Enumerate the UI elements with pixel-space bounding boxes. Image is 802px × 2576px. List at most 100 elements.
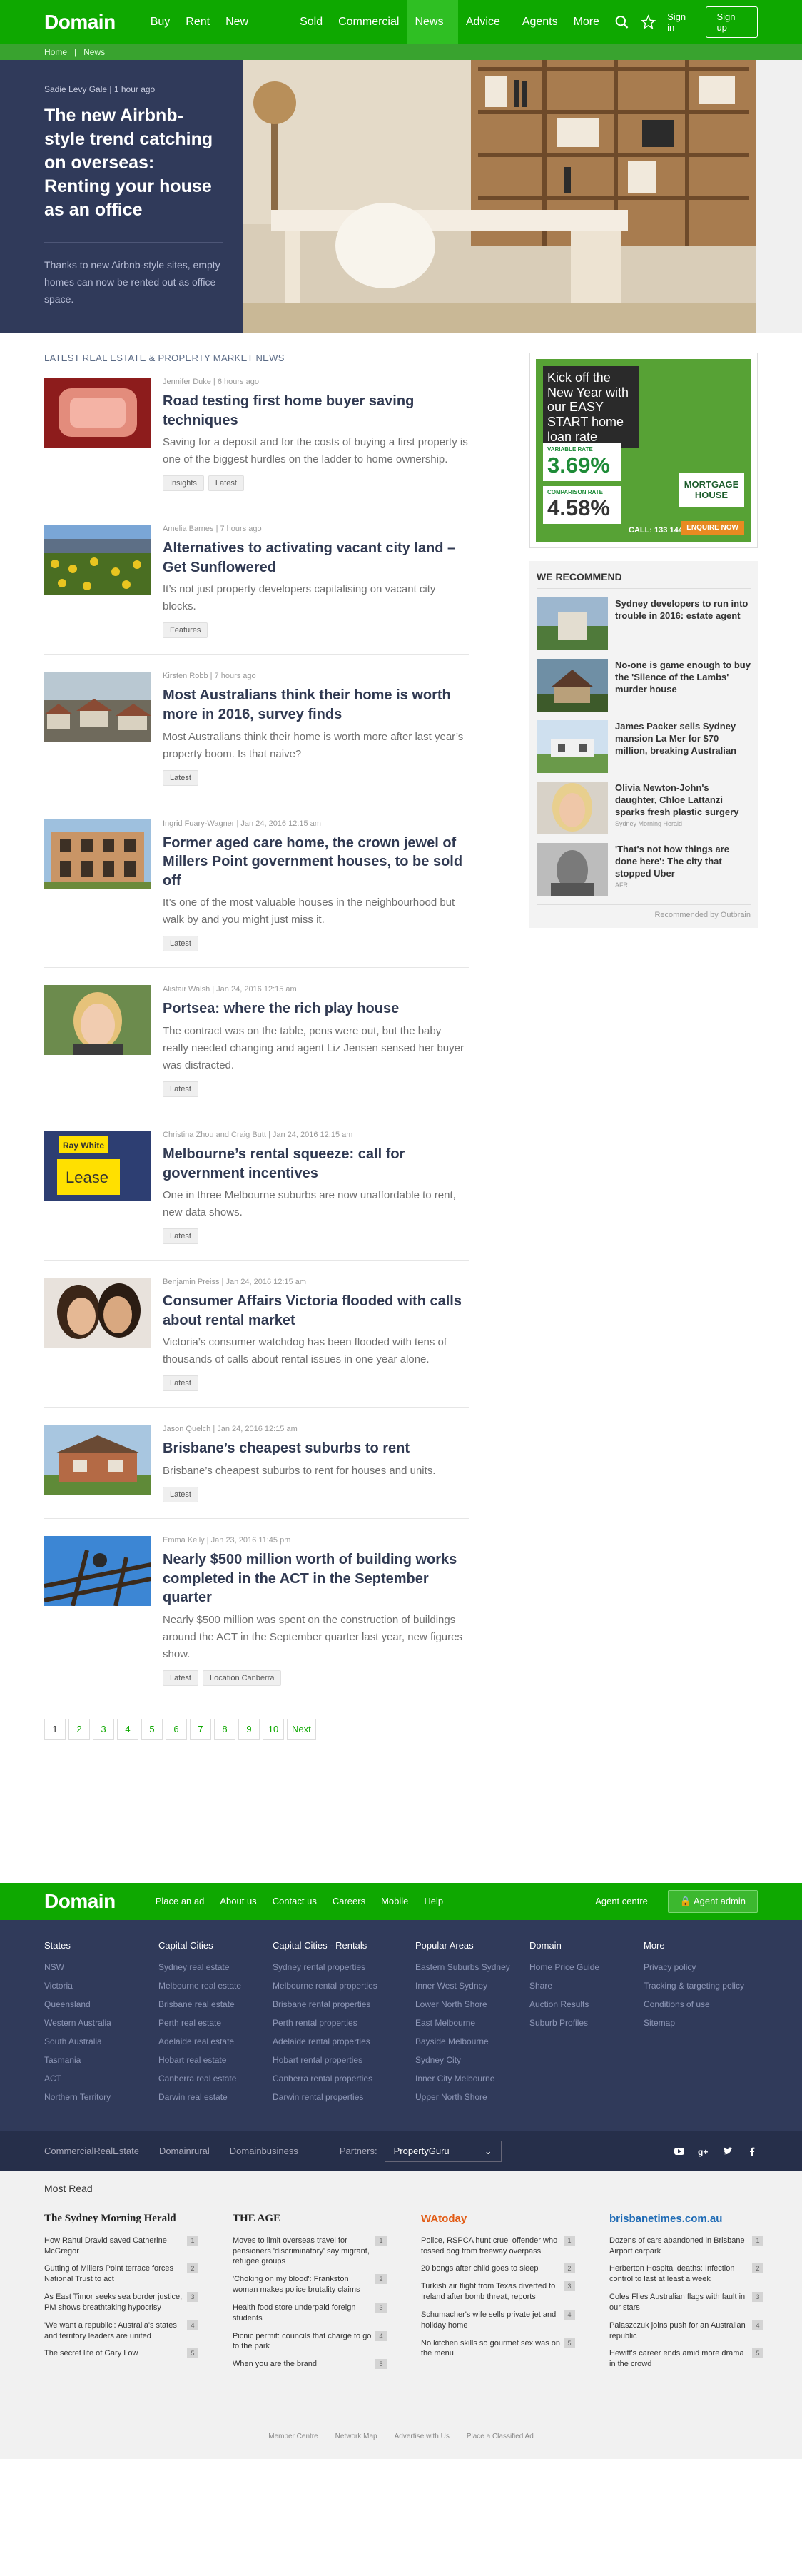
brand-domainbusiness[interactable]: Domainbusiness [230,2146,298,2156]
the-age-logo[interactable]: THE AGE [233,2213,387,2226]
agent-centre-link[interactable]: Agent centre [595,1896,648,1906]
outbrain-credit[interactable]: Recommended by Outbrain [537,904,751,919]
tag-latest[interactable]: Latest [163,936,198,952]
most-read-item[interactable]: Picnic permit: councils that charge to g… [233,2330,387,2353]
article-headline[interactable]: Alternatives to activating vacant city l… [163,539,469,577]
facebook-icon[interactable] [746,2146,758,2157]
most-read-item[interactable]: Dozens of cars abandoned in Brisbane Air… [609,2235,763,2257]
most-read-item[interactable]: Herberton Hospital deaths: Infection con… [609,2263,763,2285]
article-thumbnail-two-women[interactable] [44,1278,151,1348]
page-3[interactable]: 3 [93,1718,114,1740]
article-headline[interactable]: Melbourne’s rental squeeze: call for gov… [163,1145,469,1183]
article-thumbnail-sunflowers[interactable] [44,525,151,595]
footer-about-us[interactable]: About us [220,1896,256,1906]
footer-domain-logo[interactable]: Domain [44,1890,116,1913]
tag-latest[interactable]: Latest [208,475,244,492]
page-9[interactable]: 9 [238,1718,260,1740]
youtube-icon[interactable] [674,2146,685,2157]
footer-place-an-ad[interactable]: Place an ad [156,1896,205,1906]
article-thumbnail-piggy-bank[interactable] [44,378,151,448]
page-7[interactable]: 7 [190,1718,211,1740]
agent-admin-button[interactable]: 🔒 Agent admin [667,1889,758,1913]
tag-latest[interactable]: Latest [163,1081,198,1097]
nav-buy[interactable]: Buy [143,0,178,44]
most-read-item[interactable]: No kitchen skills so gourmet sex was on … [421,2338,575,2360]
nav-agents[interactable]: Agents [514,0,566,44]
tag-latest[interactable]: Latest [163,1670,198,1686]
recommend-item[interactable]: Sydney developers to run into trouble in… [537,597,751,650]
most-read-item[interactable]: Moves to limit overseas travel for pensi… [233,2235,387,2268]
star-icon[interactable] [640,14,656,30]
brisbanetimes-logo[interactable]: brisbanetimes.com.au [609,2213,763,2226]
breadcrumb-home[interactable]: Home [44,47,67,57]
most-read-item[interactable]: Schumacher's wife sells private jet and … [421,2309,575,2331]
article-headline[interactable]: Consumer Affairs Victoria flooded with c… [163,1292,469,1330]
most-read-item[interactable]: When you are the brand 5 [233,2359,387,2370]
recommend-item[interactable]: No-one is game enough to buy the 'Silenc… [537,659,751,712]
smh-logo[interactable]: The Sydney Morning Herald [44,2213,198,2226]
page-1[interactable]: 1 [44,1718,66,1740]
partner-select[interactable]: PropertyGuru ⌄ [384,2140,502,2162]
footer-help[interactable]: Help [424,1896,443,1906]
article-thumbnail-terrace-house[interactable] [44,819,151,889]
recommend-item[interactable]: Olivia Newton-John's daughter, Chloe Lat… [537,782,751,834]
most-read-item[interactable]: Health food store underpaid foreign stud… [233,2302,387,2324]
article-thumbnail-lease-sign[interactable]: Ray White Lease [44,1130,151,1201]
page-2[interactable]: 2 [68,1718,90,1740]
footer-careers[interactable]: Careers [333,1896,365,1906]
footer-contact-us[interactable]: Contact us [273,1896,317,1906]
nav-rent[interactable]: Rent [178,0,218,44]
article-headline[interactable]: Road testing first home buyer saving tec… [163,392,469,430]
nav-advice[interactable]: Advice ▾ [458,0,514,72]
twitter-icon[interactable] [722,2146,734,2157]
network-map-link[interactable]: Network Map [335,2433,377,2440]
nav-sold[interactable]: Sold [292,0,330,44]
domain-logo[interactable]: Domain [44,11,116,34]
most-read-item[interactable]: Palaszczuk joins push for an Australian … [609,2320,763,2342]
footer-mobile[interactable]: Mobile [381,1896,408,1906]
article-thumbnail-suburb[interactable] [44,672,151,742]
page-4[interactable]: 4 [117,1718,138,1740]
page-10[interactable]: 10 [263,1718,284,1740]
mortgage-house-ad[interactable]: Kick off the New Year with our EASY STAR… [529,353,758,548]
next-page[interactable]: Next [287,1718,316,1740]
most-read-item[interactable]: Gutting of Millers Point terrace forces … [44,2263,198,2285]
article-headline[interactable]: Most Australians think their home is wor… [163,686,469,724]
member-centre-link[interactable]: Member Centre [268,2433,318,2440]
watoday-logo[interactable]: WAtoday [421,2213,575,2226]
ad-enquire-button[interactable]: ENQUIRE NOW [681,521,744,535]
brand-domainrural[interactable]: Domainrural [159,2146,210,2156]
page-5[interactable]: 5 [141,1718,163,1740]
most-read-item[interactable]: Turkish air flight from Texas diverted t… [421,2281,575,2303]
breadcrumb-news[interactable]: News [83,47,105,57]
page-6[interactable]: 6 [166,1718,187,1740]
nav-news[interactable]: News ▾ [407,0,458,72]
most-read-item[interactable]: As East Timor seeks sea border justice, … [44,2292,198,2313]
tag-features[interactable]: Features [163,622,208,639]
most-read-item[interactable]: Coles Flies Australian flags with fault … [609,2292,763,2313]
article-thumbnail-construction[interactable] [44,1535,151,1606]
tag-latest[interactable]: Latest [163,1375,198,1392]
most-read-item[interactable]: Hewitt's career ends amid more drama in … [609,2348,763,2370]
most-read-item[interactable]: 'Choking on my blood': Frankston woman m… [233,2274,387,2295]
article-headline[interactable]: Former aged care home, the crown jewel o… [163,834,469,891]
sign-up-button[interactable]: Sign up [706,6,758,38]
article-headline[interactable]: Portsea: where the rich play house [163,999,469,1019]
tag-latest[interactable]: Latest [163,769,198,786]
most-read-item[interactable]: The secret life of Gary Low 5 [44,2348,198,2359]
article-thumbnail-agent-portrait[interactable] [44,985,151,1056]
search-icon[interactable] [614,14,629,30]
tag-insights[interactable]: Insights [163,475,204,492]
hero-headline[interactable]: The new Airbnb-style trend catching on o… [44,104,223,222]
brand-commercialrealestate[interactable]: CommercialRealEstate [44,2146,139,2156]
recommend-item[interactable]: James Packer sells Sydney mansion La Mer… [537,720,751,773]
nav-more[interactable]: More ▾ [566,0,614,72]
most-read-item[interactable]: 20 bongs after child goes to sleep 2 [421,2263,575,2274]
recommend-item[interactable]: 'That's not how things are done here': T… [537,843,751,896]
tag-location-canberra[interactable]: Location Canberra [202,1670,282,1686]
most-read-item[interactable]: Police, RSPCA hunt cruel offender who to… [421,2235,575,2257]
google-plus-icon[interactable]: g+ [698,2146,709,2157]
article-headline[interactable]: Nearly $500 million worth of building wo… [163,1550,469,1607]
most-read-item[interactable]: 'We want a republic': Australia's states… [44,2320,198,2342]
article-thumbnail-brick-house[interactable] [44,1425,151,1495]
